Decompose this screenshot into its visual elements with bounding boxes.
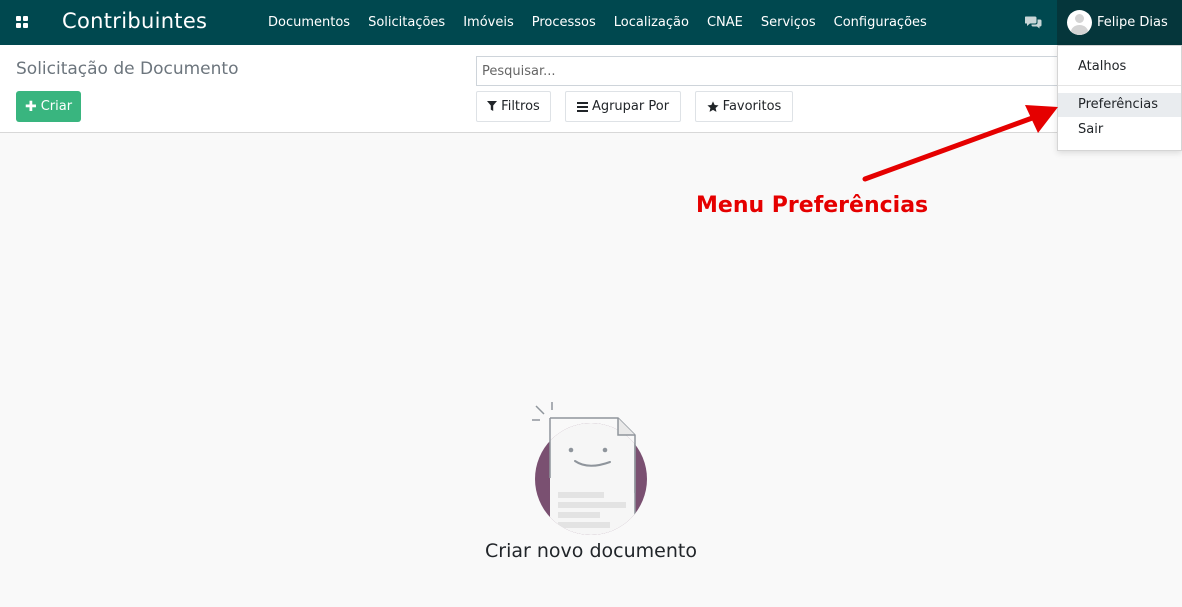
group-by-label: Agrupar Por [591,99,670,114]
menu-item-localizacao[interactable]: Localização [605,0,698,45]
menu-item-cnae[interactable]: CNAE [698,0,752,45]
empty-document-illustration [532,402,647,535]
menu-item-atalhos[interactable]: Atalhos [1058,55,1181,79]
annotation-label: Menu Preferências [696,193,929,218]
favorites-button[interactable]: Favoritos [695,91,793,122]
favorites-label: Favoritos [722,99,782,114]
filters-label: Filtros [501,99,540,114]
avatar [1067,10,1092,35]
create-button-label: Criar [40,99,73,114]
page-title: Solicitação de Documento [16,59,239,79]
empty-state-title: Criar novo documento [485,540,697,562]
top-navbar: Contribuintes Documentos Solicitações Im… [0,0,1182,45]
menu-item-imoveis[interactable]: Imóveis [454,0,523,45]
star-icon [707,100,719,112]
apps-grid-icon[interactable] [16,16,29,29]
app-brand[interactable]: Contribuintes [62,9,207,33]
user-menu-toggle[interactable]: Felipe Dias [1057,0,1182,45]
main-menu: Documentos Solicitações Imóveis Processo… [259,0,936,45]
list-icon [576,101,588,112]
dropdown-divider [1058,85,1181,86]
menu-item-preferencias[interactable]: Preferências [1058,93,1181,117]
menu-item-solicitacoes[interactable]: Solicitações [359,0,454,45]
group-by-button[interactable]: Agrupar Por [565,91,681,122]
search-input[interactable] [476,56,1066,86]
user-name: Felipe Dias [1097,15,1168,30]
plus-icon: ✚ [24,98,37,115]
filter-icon [487,101,498,111]
menu-item-servicos[interactable]: Serviços [752,0,825,45]
create-button[interactable]: ✚ Criar [16,91,81,122]
annotation-arrow-icon [862,105,1058,182]
chat-icon[interactable] [1025,15,1042,29]
filters-button[interactable]: Filtros [476,91,551,122]
user-dropdown-menu: Atalhos Preferências Sair [1057,45,1182,151]
menu-item-sair[interactable]: Sair [1058,118,1181,142]
menu-item-configuracoes[interactable]: Configurações [825,0,936,45]
menu-item-documentos[interactable]: Documentos [259,0,359,45]
menu-item-processos[interactable]: Processos [523,0,605,45]
